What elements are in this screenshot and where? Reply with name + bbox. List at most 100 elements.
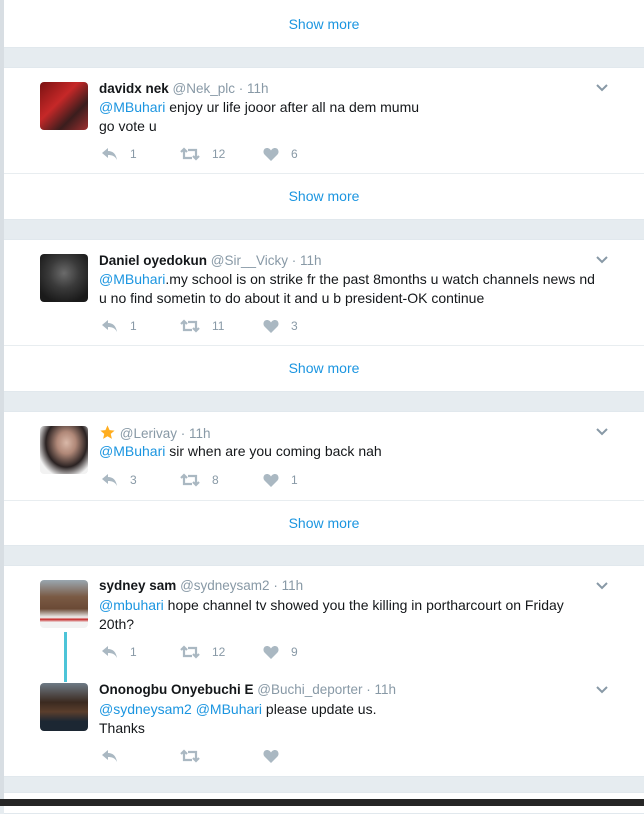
mention-link[interactable]: @mbuhari [99, 597, 164, 613]
retweet-button[interactable] [180, 749, 263, 763]
user-name[interactable]: Daniel oyedokun [99, 253, 207, 268]
reply-button[interactable]: 1 [101, 645, 180, 659]
tweet-time[interactable]: · 11h [181, 426, 211, 441]
retweet-button[interactable]: 8 [180, 473, 263, 487]
avatar[interactable] [40, 580, 88, 628]
avatar[interactable] [40, 254, 88, 302]
show-more-link[interactable]: Show more [4, 500, 644, 545]
user-name[interactable]: davidx nek [99, 81, 169, 96]
tweet-header: Ononogbu Onyebuchi E @Buchi_deporter · 1… [99, 682, 396, 697]
tweet-text-body: hope channel tv showed you the killing i… [163, 597, 564, 613]
heart-icon [263, 750, 279, 763]
reply-icon [102, 148, 117, 160]
taskbar [0, 799, 644, 806]
retweet-icon [180, 645, 200, 659]
avatar[interactable] [40, 426, 88, 474]
tweet-time[interactable]: · 11h [239, 81, 269, 96]
user-name[interactable]: Ononogbu Onyebuchi E [99, 682, 254, 697]
tweet-text: @mbuhari hope channel tv showed you the … [99, 596, 619, 634]
retweet-icon [180, 749, 200, 763]
chevron-down-icon[interactable] [596, 686, 608, 694]
retweet-icon [180, 473, 200, 487]
tweet-text: @MBuhari enjoy ur life jooor after all n… [99, 98, 619, 136]
retweet-button[interactable]: 11 [180, 319, 263, 333]
like-button[interactable]: 3 [263, 319, 298, 333]
heart-icon [263, 474, 279, 487]
tweet-header: davidx nek @Nek_plc · 11h [99, 81, 269, 96]
retweet-count: 12 [212, 645, 226, 659]
reply-button[interactable]: 1 [101, 147, 180, 161]
tweet-card: sydney sam @sydneysam2 · 11h @mbuhari ho… [4, 565, 644, 777]
tweet-time[interactable]: · 11h [292, 253, 322, 268]
reply-button[interactable]: 1 [101, 319, 180, 333]
mention-link[interactable]: @MBuhari [99, 443, 165, 459]
retweet-count: 8 [212, 473, 219, 487]
mention-link[interactable]: @MBuhari [99, 99, 165, 115]
reply-icon [102, 320, 117, 332]
like-count: 9 [291, 645, 298, 659]
tweet-text-line2: go vote u [99, 118, 157, 134]
user-handle[interactable]: @Sir__Vicky [211, 253, 288, 268]
tweet-actions [101, 747, 279, 765]
reply-icon [102, 474, 117, 486]
tweet-actions: 3 8 1 [101, 471, 298, 489]
tweet-actions: 1 11 3 [101, 317, 298, 335]
like-button[interactable]: 1 [263, 473, 298, 487]
user-handle[interactable]: @sydneysam2 [180, 578, 270, 593]
tweet-text-line2: u no find sometin to do about it and u b… [99, 290, 485, 306]
like-count: 3 [291, 319, 298, 333]
tweet-card: davidx nek @Nek_plc · 11h @MBuhari enjoy… [4, 67, 644, 220]
retweet-icon [180, 319, 200, 333]
reply-count: 1 [130, 319, 137, 333]
tweet-text-body: .my school is on strike fr the past 8mon… [165, 271, 595, 287]
reply-icon [102, 750, 117, 762]
avatar[interactable] [40, 82, 88, 130]
chevron-down-icon[interactable] [596, 428, 608, 436]
heart-icon [263, 148, 279, 161]
chevron-down-icon[interactable] [596, 84, 608, 92]
mention-link[interactable]: @MBuhari [196, 701, 262, 717]
retweet-icon [180, 147, 200, 161]
user-handle[interactable]: @Nek_plc [173, 81, 235, 96]
retweet-button[interactable]: 12 [180, 645, 263, 659]
heart-icon [263, 320, 279, 333]
tweet-text-line2: Thanks [99, 720, 145, 736]
chevron-down-icon[interactable] [596, 582, 608, 590]
tweet-header: Daniel oyedokun @Sir__Vicky · 11h [99, 253, 322, 268]
reply-button[interactable] [101, 749, 180, 763]
show-more-link[interactable]: Show more [4, 345, 644, 391]
reply-count: 1 [130, 645, 137, 659]
like-button[interactable] [263, 749, 279, 763]
avatar[interactable] [40, 683, 88, 731]
reply-button[interactable]: 3 [101, 473, 180, 487]
tweet-card: @Lerivay · 11h @MBuhari sir when are you… [4, 411, 644, 546]
retweet-count: 11 [212, 319, 225, 333]
show-more-link[interactable]: Show more [4, 0, 644, 47]
star-icon [100, 425, 115, 439]
like-count: 6 [291, 147, 298, 161]
like-button[interactable]: 9 [263, 645, 298, 659]
tweet-text-line2: 20th? [99, 616, 135, 632]
tweet-card: Show more [4, 0, 644, 48]
reply-icon [102, 646, 117, 658]
tweet-text-body: enjoy ur life jooor after all na dem mum… [165, 99, 420, 115]
mention-link[interactable]: @sydneysam2 [99, 701, 192, 717]
show-more-link[interactable]: Show more [4, 173, 644, 219]
tweet-actions: 1 12 6 [101, 145, 298, 163]
reply-count: 1 [130, 147, 137, 161]
retweet-button[interactable]: 12 [180, 147, 263, 161]
user-handle[interactable]: @Lerivay [120, 426, 177, 441]
tweet-text: @MBuhari.my school is on strike fr the p… [99, 270, 619, 308]
reply-count: 3 [130, 473, 137, 487]
like-button[interactable]: 6 [263, 147, 298, 161]
user-handle[interactable]: @Buchi_deporter [257, 682, 362, 697]
tweet-text-body: please update us. [262, 701, 377, 717]
like-count: 1 [291, 473, 298, 487]
thread-connector [64, 632, 67, 682]
heart-icon [263, 646, 279, 659]
user-name[interactable]: sydney sam [99, 578, 176, 593]
tweet-time[interactable]: · 11h [273, 578, 303, 593]
mention-link[interactable]: @MBuhari [99, 271, 165, 287]
tweet-time[interactable]: · 11h [366, 682, 396, 697]
chevron-down-icon[interactable] [596, 256, 608, 264]
